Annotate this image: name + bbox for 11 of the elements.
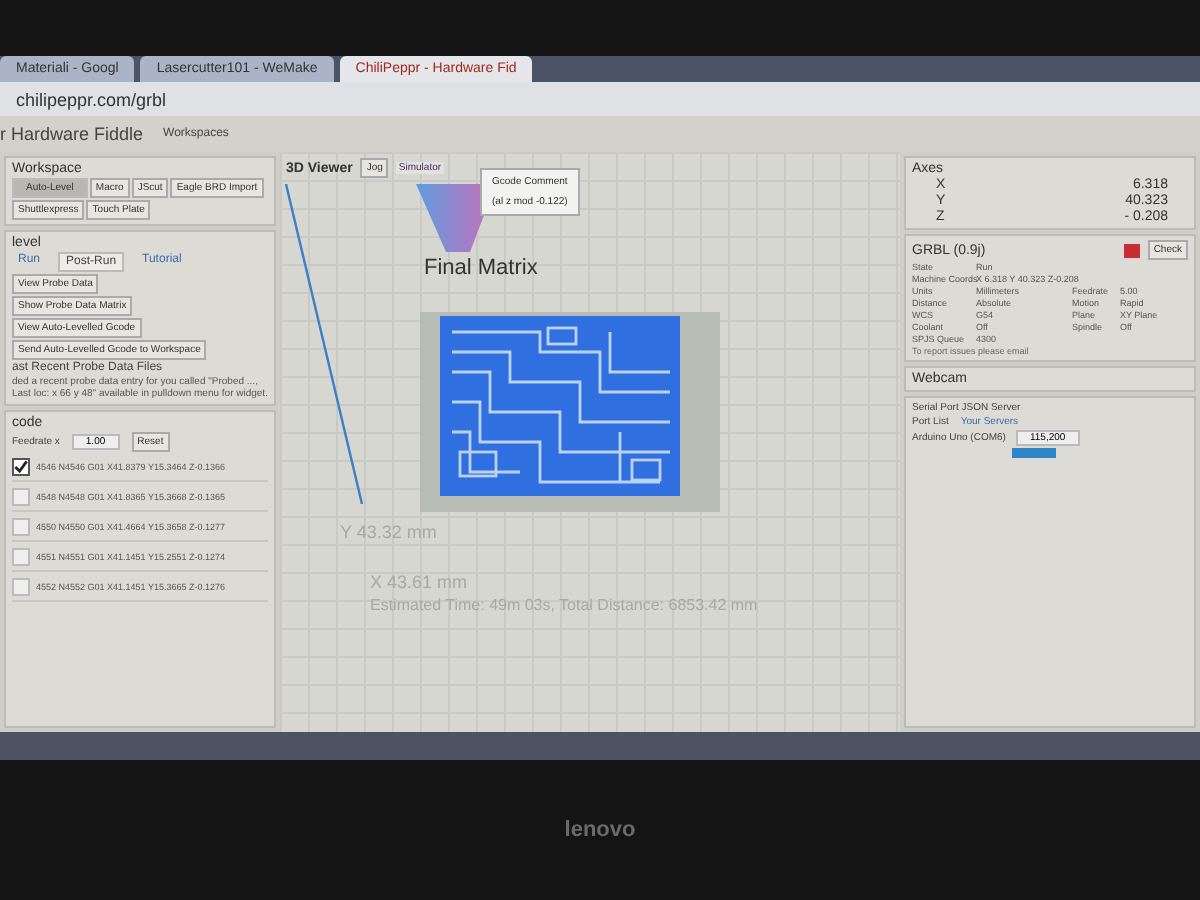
checkbox[interactable] xyxy=(12,518,30,536)
bezel-logo: lenovo xyxy=(564,818,636,842)
checkbox[interactable] xyxy=(12,578,30,596)
stop-button[interactable] xyxy=(1123,243,1140,257)
checkbox[interactable] xyxy=(12,548,30,566)
checkbox[interactable] xyxy=(12,458,30,476)
matrix-label: Final Matrix xyxy=(424,256,538,280)
connect-button[interactable] xyxy=(1012,448,1056,458)
app-title: r Hardware Fiddle xyxy=(0,124,144,144)
address-bar[interactable]: chilipeppr.com/grbl xyxy=(16,89,167,109)
checkbox[interactable] xyxy=(12,488,30,506)
